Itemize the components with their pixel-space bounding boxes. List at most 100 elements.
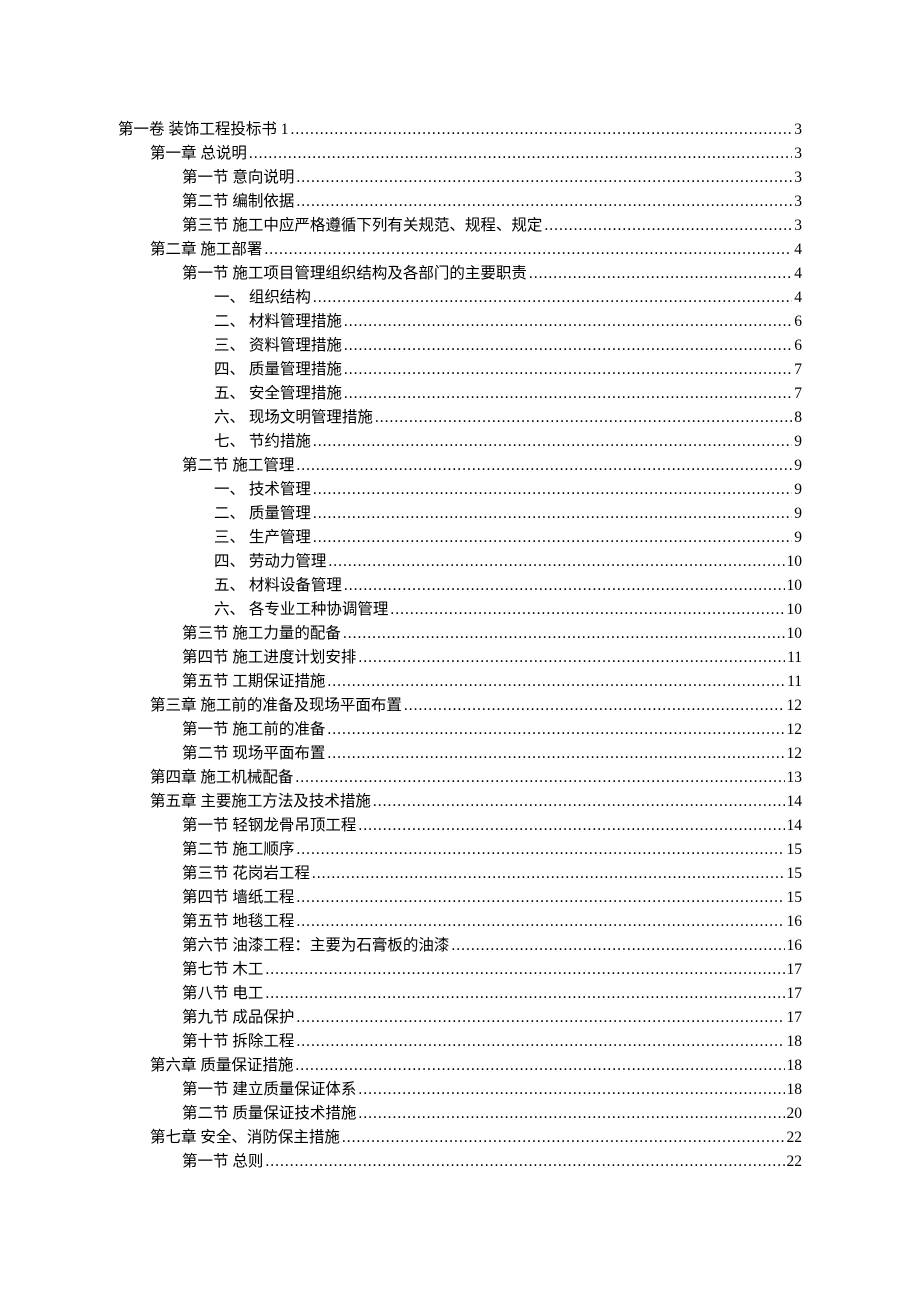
toc-entry-label: 第二节 质量保证技术措施 [182, 1102, 356, 1126]
toc-entry-label: 第二节 施工顺序 [182, 838, 294, 862]
toc-entry[interactable]: 第四章 施工机械配备13 [118, 766, 802, 790]
toc-entry[interactable]: 六、 各专业工种协调管理10 [118, 598, 802, 622]
toc-entry[interactable]: 五、 安全管理措施7 [118, 382, 802, 406]
toc-entry[interactable]: 第三节 花岗岩工程 15 [118, 862, 802, 886]
toc-entry[interactable]: 第三章 施工前的准备及现场平面布置12 [118, 694, 802, 718]
toc-entry[interactable]: 四、 劳动力管理10 [118, 550, 802, 574]
toc-entry-label: 第一卷 装饰工程投标书 1 [118, 118, 289, 142]
toc-entry[interactable]: 第五节 工期保证措施11 [118, 670, 802, 694]
toc-entry-label: 五、 材料设备管理 [214, 574, 342, 598]
toc-entry[interactable]: 第七节 木工17 [118, 958, 802, 982]
toc-leader [344, 310, 792, 334]
toc-leader [529, 262, 792, 286]
toc-leader [313, 286, 792, 310]
toc-entry[interactable]: 第三节 施工中应严格遵循下列有关规范、规程、规定3 [118, 214, 802, 238]
toc-entry[interactable]: 第一节 总则22 [118, 1150, 802, 1174]
toc-leader [312, 862, 785, 886]
toc-entry[interactable]: 第二章 施工部署4 [118, 238, 802, 262]
toc-entry-page: 10 [787, 550, 803, 574]
toc-entry[interactable]: 第四节 墙纸工程15 [118, 886, 802, 910]
toc-entry-label: 六、 现场文明管理措施 [214, 406, 373, 430]
toc-entry-page: 22 [787, 1150, 803, 1174]
toc-leader [375, 406, 792, 430]
toc-entry-page: 12 [787, 694, 803, 718]
toc-leader [344, 574, 785, 598]
toc-entry[interactable]: 第四节 施工进度计划安排11 [118, 646, 802, 670]
toc-entry[interactable]: 第八节 电工17 [118, 982, 802, 1006]
toc-entry[interactable]: 第六章 质量保证措施18 [118, 1054, 802, 1078]
toc-entry-label: 一、 组织结构 [214, 286, 311, 310]
toc-entry[interactable]: 三、 生产管理9 [118, 526, 802, 550]
toc-entry-label: 三、 资料管理措施 [214, 334, 342, 358]
toc-entry[interactable]: 第五节 地毯工程 16 [118, 910, 802, 934]
toc-entry-label: 第六章 质量保证措施 [150, 1054, 293, 1078]
toc-entry[interactable]: 第一节 施工前的准备12 [118, 718, 802, 742]
toc-entry-page: 3 [794, 214, 802, 238]
toc-entry[interactable]: 第一节 意向说明 3 [118, 166, 802, 190]
toc-entry-page: 17 [787, 958, 803, 982]
toc-entry[interactable]: 二、 材料管理措施6 [118, 310, 802, 334]
toc-leader [327, 742, 784, 766]
toc-entry[interactable]: 六、 现场文明管理措施8 [118, 406, 802, 430]
toc-entry[interactable]: 第七章 安全、消防保主措施22 [118, 1126, 802, 1150]
toc-entry[interactable]: 第一节 施工项目管理组织结构及各部门的主要职责4 [118, 262, 802, 286]
toc-entry[interactable]: 五、 材料设备管理10 [118, 574, 802, 598]
toc-entry[interactable]: 第九节 成品保护 17 [118, 1006, 802, 1030]
toc-leader [296, 166, 792, 190]
toc-entry-label: 六、 各专业工种协调管理 [214, 598, 388, 622]
toc-entry[interactable]: 四、 质量管理措施7 [118, 358, 802, 382]
toc-entry[interactable]: 第十节 拆除工程18 [118, 1030, 802, 1054]
toc-entry[interactable]: 第一节 轻钢龙骨吊顶工程14 [118, 814, 802, 838]
toc-leader [265, 958, 784, 982]
toc-leader [327, 718, 784, 742]
toc-entry-page: 17 [787, 1006, 803, 1030]
toc-entry[interactable]: 二、 质量管理9 [118, 502, 802, 526]
toc-entry-page: 20 [787, 1102, 803, 1126]
toc-leader [404, 694, 785, 718]
toc-entry[interactable]: 第一节 建立质量保证体系18 [118, 1078, 802, 1102]
toc-entry-page: 4 [794, 286, 802, 310]
toc-entry-page: 16 [787, 910, 803, 934]
toc-leader [390, 598, 784, 622]
toc-leader [295, 1054, 784, 1078]
toc-leader [313, 478, 792, 502]
toc-leader [295, 766, 784, 790]
table-of-contents: 第一卷 装饰工程投标书 13第一章 总说明3第一节 意向说明3第二节 编制依据3… [118, 118, 802, 1174]
toc-entry[interactable]: 一、 技术管理9 [118, 478, 802, 502]
toc-entry-page: 12 [787, 742, 803, 766]
toc-entry-page: 3 [794, 166, 802, 190]
toc-entry[interactable]: 三、 资料管理措施6 [118, 334, 802, 358]
toc-entry-page: 16 [787, 934, 803, 958]
toc-entry-label: 二、 质量管理 [214, 502, 311, 526]
toc-entry[interactable]: 七、 节约措施9 [118, 430, 802, 454]
toc-entry[interactable]: 第五章 主要施工方法及技术措施14 [118, 790, 802, 814]
toc-entry[interactable]: 第一章 总说明3 [118, 142, 802, 166]
toc-entry-label: 第三节 花岗岩工程 [182, 862, 310, 886]
toc-entry-label: 第五节 地毯工程 [182, 910, 294, 934]
toc-leader [327, 670, 785, 694]
toc-entry-page: 15 [787, 862, 803, 886]
toc-entry-page: 22 [787, 1126, 803, 1150]
toc-entry-label: 第九节 成品保护 [182, 1006, 294, 1030]
toc-entry-label: 第一节 施工前的准备 [182, 718, 325, 742]
toc-leader [343, 622, 785, 646]
toc-entry-label: 第三节 施工力量的配备 [182, 622, 341, 646]
toc-leader [358, 814, 784, 838]
toc-entry-label: 第五章 主要施工方法及技术措施 [150, 790, 371, 814]
toc-leader [264, 238, 792, 262]
toc-entry[interactable]: 一、 组织结构 4 [118, 286, 802, 310]
toc-entry-page: 6 [794, 310, 802, 334]
toc-entry[interactable]: 第六节 油漆工程：主要为石膏板的油漆16 [118, 934, 802, 958]
toc-entry[interactable]: 第二节 质量保证技术措施 20 [118, 1102, 802, 1126]
toc-entry-label: 第一节 意向说明 [182, 166, 294, 190]
toc-entry-label: 三、 生产管理 [214, 526, 311, 550]
toc-leader [328, 550, 784, 574]
toc-entry[interactable]: 第三节 施工力量的配备10 [118, 622, 802, 646]
toc-entry[interactable]: 第二节 施工顺序15 [118, 838, 802, 862]
toc-entry[interactable]: 第二节 施工管理9 [118, 454, 802, 478]
toc-entry-page: 18 [787, 1078, 803, 1102]
toc-entry[interactable]: 第二节 编制依据3 [118, 190, 802, 214]
toc-entry[interactable]: 第一卷 装饰工程投标书 13 [118, 118, 802, 142]
toc-entry-label: 第四章 施工机械配备 [150, 766, 293, 790]
toc-entry[interactable]: 第二节 现场平面布置12 [118, 742, 802, 766]
